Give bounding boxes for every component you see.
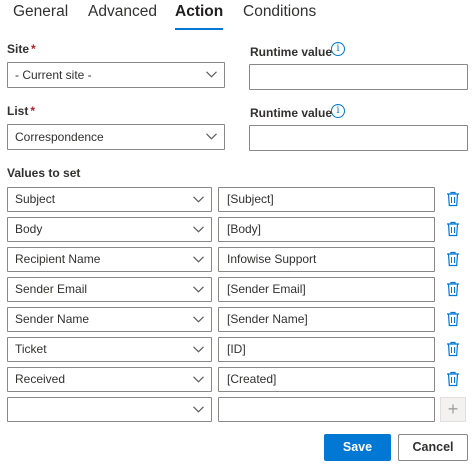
chevron-down-icon — [193, 376, 204, 383]
field-dropdown-value: Body — [15, 222, 43, 236]
field-value-input[interactable]: [Sender Email] — [218, 277, 435, 302]
site-label: Site * — [7, 42, 36, 56]
field-value-input[interactable]: [ID] — [218, 337, 435, 362]
tab-conditions[interactable]: Conditions — [243, 2, 316, 28]
tab-advanced[interactable]: Advanced — [88, 2, 157, 28]
chevron-down-icon — [206, 71, 217, 78]
trash-icon[interactable] — [446, 341, 460, 357]
list-label-text: List — [7, 104, 29, 118]
field-dropdown[interactable]: Recipient Name — [7, 247, 212, 272]
list-runtime-label: Runtime value — [250, 106, 333, 120]
new-field-dropdown[interactable] — [7, 397, 212, 422]
site-dropdown[interactable]: - Current site - — [7, 62, 225, 88]
chevron-down-icon — [193, 256, 204, 263]
chevron-down-icon — [193, 196, 204, 203]
cancel-button[interactable]: Cancel — [398, 434, 468, 461]
field-value-input[interactable]: [Created] — [218, 367, 435, 392]
tab-general[interactable]: General — [13, 2, 68, 28]
chevron-down-icon — [193, 226, 204, 233]
field-value-text: [Sender Email] — [227, 282, 306, 296]
field-value-text: [Body] — [227, 222, 262, 236]
site-label-text: Site — [7, 42, 30, 56]
info-icon[interactable]: i — [331, 104, 345, 118]
field-dropdown[interactable]: Received — [7, 367, 212, 392]
trash-icon[interactable] — [446, 191, 460, 207]
field-value-input[interactable]: [Body] — [218, 217, 435, 242]
field-value-text: [Subject] — [227, 192, 274, 206]
field-dropdown-value: Recipient Name — [15, 252, 101, 266]
chevron-down-icon — [193, 316, 204, 323]
chevron-down-icon — [206, 133, 217, 140]
field-dropdown-value: Sender Name — [15, 312, 90, 326]
field-dropdown[interactable]: Sender Email — [7, 277, 212, 302]
trash-icon[interactable] — [446, 251, 460, 267]
values-to-set-label: Values to set — [7, 166, 81, 180]
new-field-value-input[interactable] — [218, 397, 435, 422]
field-dropdown-value: Received — [15, 372, 66, 386]
field-dropdown[interactable]: Body — [7, 217, 212, 242]
field-value-text: [Sender Name] — [227, 312, 308, 326]
field-dropdown-value: Sender Email — [15, 282, 88, 296]
field-value-input[interactable]: [Subject] — [218, 187, 435, 212]
chevron-down-icon — [193, 286, 204, 293]
trash-icon[interactable] — [446, 371, 460, 387]
info-icon[interactable]: i — [331, 42, 345, 56]
site-dropdown-value: - Current site - — [15, 68, 92, 82]
chevron-down-icon — [193, 406, 204, 413]
site-runtime-label: Runtime value — [250, 45, 333, 59]
trash-icon[interactable] — [446, 281, 460, 297]
field-value-input[interactable]: [Sender Name] — [218, 307, 435, 332]
tab-bar: General Advanced Action Conditions — [0, 0, 474, 32]
save-button[interactable]: Save — [324, 434, 391, 461]
field-dropdown[interactable]: Subject — [7, 187, 212, 212]
field-dropdown-value: Subject — [15, 192, 56, 206]
required-mark: * — [31, 42, 36, 56]
field-dropdown[interactable]: Sender Name — [7, 307, 212, 332]
list-runtime-input[interactable] — [249, 125, 468, 151]
list-dropdown-value: Correspondence — [15, 130, 104, 144]
chevron-down-icon — [193, 346, 204, 353]
field-value-text: [Created] — [227, 372, 277, 386]
tab-action[interactable]: Action — [175, 2, 224, 30]
field-value-input[interactable]: Infowise Support — [218, 247, 435, 272]
field-value-text: [ID] — [227, 342, 246, 356]
field-dropdown[interactable]: Ticket — [7, 337, 212, 362]
field-dropdown-value: Ticket — [15, 342, 47, 356]
list-dropdown[interactable]: Correspondence — [7, 124, 225, 150]
required-mark: * — [30, 104, 36, 118]
trash-icon[interactable] — [446, 311, 460, 327]
field-value-text: Infowise Support — [227, 252, 317, 266]
trash-icon[interactable] — [446, 221, 460, 237]
list-label: List * — [7, 104, 35, 118]
site-runtime-input[interactable] — [249, 64, 468, 90]
plus-icon[interactable]: + — [440, 397, 466, 422]
